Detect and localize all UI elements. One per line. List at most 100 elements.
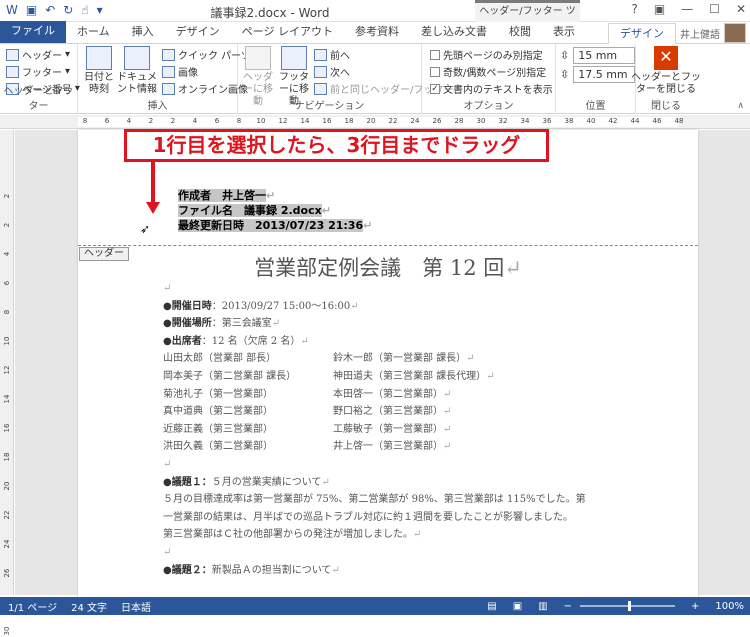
print-layout-icon[interactable]: ▣ bbox=[513, 601, 522, 612]
checkmark-icon: ✓ bbox=[430, 83, 440, 94]
tab-review[interactable]: 校閲 bbox=[498, 22, 542, 43]
header-separator bbox=[78, 245, 698, 246]
goto-header-icon bbox=[245, 46, 271, 70]
close-icon[interactable]: ✕ bbox=[736, 2, 746, 16]
odd-even-checkbox[interactable]: 奇数/偶数ページ別指定 bbox=[430, 64, 546, 79]
tab-home[interactable]: ホーム bbox=[66, 22, 121, 43]
group-navigation: ヘッダーに移動 フッターに移動 前へ 次へ 前と同じヘッダー/フッター ナビゲー… bbox=[238, 44, 453, 114]
member-row: 山田太郎（営業部 部長） 鈴木一郎（第一営業部 課長）↵ bbox=[163, 353, 475, 365]
docinfo-button[interactable]: ドキュメント情報 bbox=[116, 46, 158, 96]
header-position-icon: ⇳ bbox=[560, 49, 570, 62]
first-page-checkbox[interactable]: 先頭ページのみ別指定 bbox=[430, 47, 543, 62]
ribbon-display-icon[interactable]: ▣ bbox=[654, 2, 665, 16]
ruler-tick: 6 bbox=[214, 117, 220, 125]
document-body[interactable]: ↵ ●開催日時：2013/09/27 15:00～16:00↵ ●開催場所：第三… bbox=[163, 280, 643, 579]
header-line-1[interactable]: 作成者 井上啓一↵ bbox=[178, 189, 275, 202]
mouse-cursor-icon: ➶ bbox=[140, 222, 151, 236]
ruler-tick: 24 bbox=[410, 117, 420, 125]
document-title: 営業部定例会議 第 12 回↵ bbox=[254, 256, 522, 280]
tab-mailings[interactable]: 差し込み文書 bbox=[410, 22, 498, 43]
zoom-slider[interactable] bbox=[580, 601, 676, 611]
header-line-3[interactable]: 最終更新日時 2013/07/23 21:36↵ bbox=[178, 219, 372, 232]
tab-view[interactable]: 表示 bbox=[542, 22, 586, 43]
tab-references[interactable]: 参考資料 bbox=[344, 22, 410, 43]
ribbon: ヘッダー ▾ フッター ▾ ページ番号 ▾ ヘッダーとフッター 日付と時刻 ドキ… bbox=[0, 44, 750, 114]
ruler-tick: 36 bbox=[542, 117, 552, 125]
document-icon bbox=[124, 46, 150, 70]
attendees-label: ●出席者 bbox=[163, 335, 202, 347]
ruler-tick: 18 bbox=[3, 452, 11, 462]
group-position: ⇳ 15 mm ⇳ 17.5 mm 位置 bbox=[556, 44, 636, 114]
page-count[interactable]: 1/1 ページ bbox=[8, 599, 57, 614]
maximize-icon[interactable]: ☐ bbox=[709, 2, 720, 16]
header-position-spinner[interactable]: ⇳ 15 mm bbox=[560, 47, 636, 64]
avatar[interactable] bbox=[724, 23, 746, 43]
online-image-button[interactable]: オンライン画像 bbox=[162, 81, 248, 96]
tab-design[interactable]: デザイン bbox=[165, 22, 231, 43]
header-button[interactable]: ヘッダー ▾ bbox=[6, 47, 70, 62]
word-count[interactable]: 24 文字 bbox=[71, 599, 107, 614]
ruler-tick: 48 bbox=[674, 117, 684, 125]
ruler-tick: 44 bbox=[630, 117, 640, 125]
ruler-tick: 10 bbox=[256, 117, 266, 125]
footer-position-spinner[interactable]: ⇳ 17.5 mm bbox=[560, 66, 636, 83]
header-position-input[interactable]: 15 mm bbox=[573, 47, 636, 64]
ruler-tick: 16 bbox=[322, 117, 332, 125]
zoom-in-icon[interactable]: + bbox=[691, 601, 699, 612]
member-row: 近藤正義（第三営業部） 工藤敏子（第一営業部）↵ bbox=[163, 423, 452, 435]
tab-page-layout[interactable]: ページ レイアウト bbox=[231, 22, 344, 43]
place-value: ：第三会議室 bbox=[211, 318, 272, 330]
footer-button[interactable]: フッター ▾ bbox=[6, 64, 70, 79]
image-button[interactable]: 画像 bbox=[162, 64, 198, 79]
calendar-icon bbox=[86, 46, 112, 70]
prev-button[interactable]: 前へ bbox=[314, 47, 350, 62]
collapse-ribbon-icon[interactable]: ∧ bbox=[737, 101, 744, 111]
zoom-out-icon[interactable]: − bbox=[564, 601, 572, 612]
instruction-callout: 1行目を選択したら、3行目までドラッグ bbox=[124, 129, 549, 162]
paragraph-line: ５月の目標達成率は第一営業部が 75%、第二営業部が 98%、第三営業部は 11… bbox=[163, 494, 586, 506]
footer-position-input[interactable]: 17.5 mm bbox=[573, 66, 636, 83]
next-button[interactable]: 次へ bbox=[314, 64, 350, 79]
group-label: 閉じる bbox=[651, 101, 681, 112]
web-layout-icon[interactable]: ▥ bbox=[538, 601, 547, 612]
attendees-value: ：12 名（欠席 2 名） bbox=[201, 335, 301, 347]
vertical-ruler[interactable]: 224681012141618202224262830 bbox=[0, 130, 14, 635]
minimize-icon[interactable]: — bbox=[681, 2, 693, 16]
help-icon[interactable]: ? bbox=[631, 2, 637, 16]
language[interactable]: 日本語 bbox=[121, 599, 151, 614]
group-label: ナビゲーション bbox=[294, 101, 365, 112]
checkbox-icon bbox=[430, 66, 440, 77]
footer-position-icon: ⇳ bbox=[560, 68, 570, 81]
member-row: 菊池礼子（第一営業部） 本田啓一（第二営業部）↵ bbox=[163, 388, 452, 400]
ruler-tick: 8 bbox=[3, 309, 11, 315]
member-row: 洪田久義（第二営業部） 井上啓一（第三営業部）↵ bbox=[163, 441, 452, 453]
close-header-footer-button[interactable]: ✕ ヘッダーとフッターを閉じる bbox=[628, 46, 704, 96]
read-mode-icon[interactable]: ▤ bbox=[487, 601, 496, 612]
close-icon: ✕ bbox=[654, 46, 678, 70]
zoom-level[interactable]: 100% bbox=[715, 601, 744, 612]
show-text-checkbox[interactable]: ✓ 文書内のテキストを表示 bbox=[430, 81, 553, 96]
datetime-button[interactable]: 日付と時刻 bbox=[82, 46, 116, 96]
quickparts-icon bbox=[162, 48, 175, 61]
horizontal-ruler[interactable]: 8 6 4 2 2 4 6 8 10 12 14 16 18 20 22 24 26 28 30 32 34 36 38 40… bbox=[0, 115, 750, 129]
ruler-tick: 32 bbox=[498, 117, 508, 125]
ruler-tick: 2 bbox=[170, 117, 176, 125]
group-header-footer: ヘッダー ▾ フッター ▾ ページ番号 ▾ ヘッダーとフッター bbox=[0, 44, 80, 114]
header-line-2[interactable]: ファイル名 議事録 2.docx↵ bbox=[178, 204, 331, 217]
tab-file[interactable]: ファイル bbox=[0, 21, 66, 43]
ribbon-tabs: ファイル ホーム 挿入 デザイン ページ レイアウト 参考資料 差し込み文書 校… bbox=[0, 21, 750, 44]
user-name[interactable]: 井上健語 bbox=[680, 26, 720, 41]
paragraph-line: 一営業部の結果は、月半ばでの巡品トラブル対応に約１週間を要したことが影響しました… bbox=[163, 511, 573, 523]
tab-insert[interactable]: 挿入 bbox=[121, 22, 165, 43]
footer-icon bbox=[6, 65, 19, 78]
goto-footer-icon bbox=[281, 46, 307, 70]
ruler-tick: 12 bbox=[278, 117, 288, 125]
ruler-tick: 40 bbox=[586, 117, 596, 125]
drag-arrowhead bbox=[146, 202, 160, 214]
context-tool-label: ヘッダー/フッター ツール bbox=[475, 0, 580, 35]
ruler-tick: 2 bbox=[3, 193, 11, 199]
document-area: 作成者 井上啓一↵ ファイル名 議事録 2.docx↵ 最終更新日時 2013/… bbox=[15, 130, 750, 600]
document-page[interactable]: 作成者 井上啓一↵ ファイル名 議事録 2.docx↵ 最終更新日時 2013/… bbox=[78, 130, 698, 600]
window-title: 議事録2.docx - Word bbox=[210, 6, 330, 20]
tab-hf-design[interactable]: デザイン bbox=[607, 23, 676, 44]
